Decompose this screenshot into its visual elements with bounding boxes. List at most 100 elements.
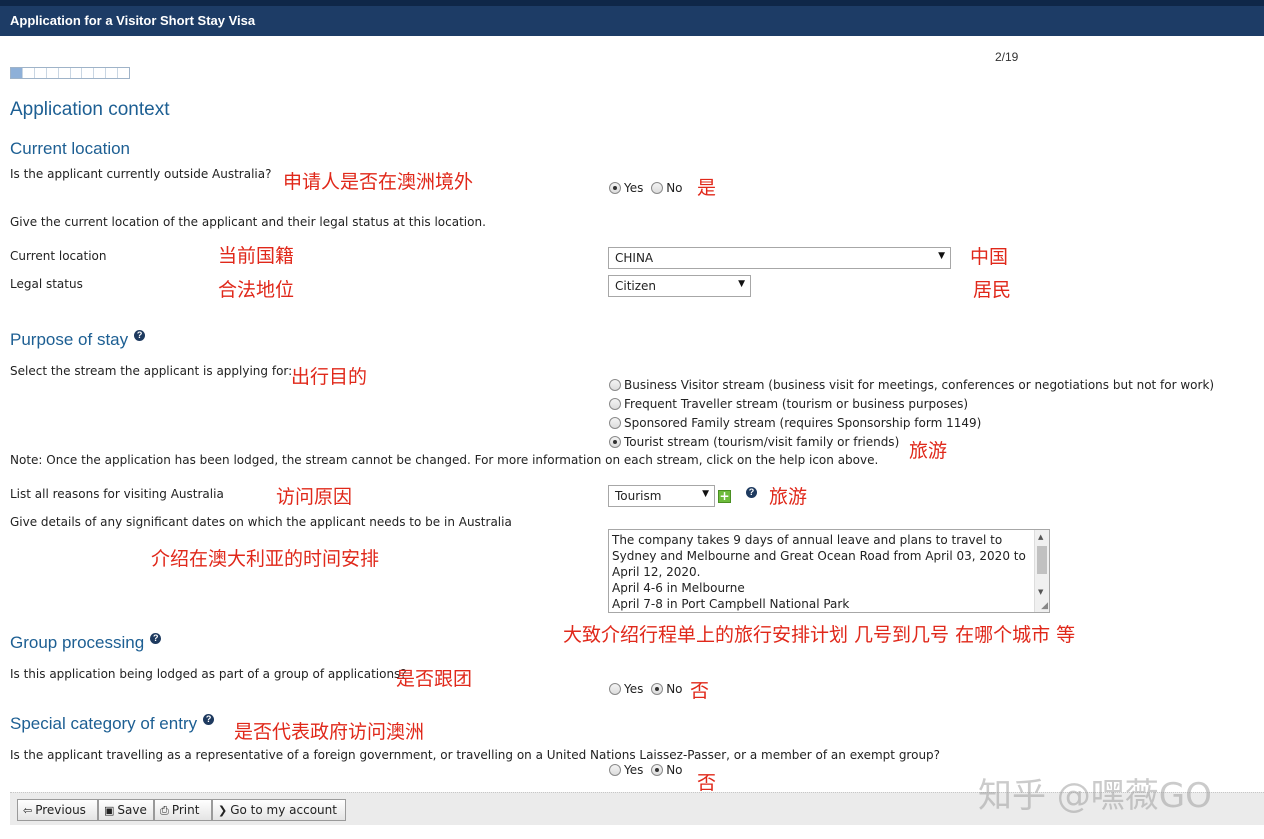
group-heading-text: Group processing	[10, 633, 145, 652]
printer-icon: ⎙	[160, 804, 169, 817]
scroll-up-icon[interactable]: ▲	[1038, 533, 1043, 541]
outside-australia-question: Is the applicant currently outside Austr…	[10, 167, 272, 181]
legal-status-value: Citizen	[615, 279, 657, 293]
special-radio-group: Yes No	[609, 763, 687, 777]
stream-tourist-label: Tourist stream (tourism/visit family or …	[624, 435, 900, 449]
annotation-special-answer: 否	[697, 772, 717, 794]
chevron-right-icon: ❯	[218, 804, 228, 817]
chevron-down-icon: ▼	[702, 489, 709, 499]
current-location-value: CHINA	[615, 251, 654, 265]
significant-dates-text: The company takes 9 days of annual leave…	[612, 533, 1026, 611]
annotation-current-location: 当前国籍	[218, 245, 295, 267]
chevron-down-icon: ▼	[738, 279, 745, 289]
dates-label: Give details of any significant dates on…	[10, 515, 512, 529]
previous-label: Previous	[35, 803, 86, 817]
scroll-down-icon[interactable]: ▼	[1038, 588, 1043, 596]
progress-bar	[10, 67, 130, 79]
annotation-stream: 出行目的	[291, 366, 368, 388]
stream-tourist-radio[interactable]	[609, 436, 621, 448]
page-indicator: 2/19	[995, 50, 1019, 64]
annotation-dates: 介绍在澳大利亚的时间安排	[151, 548, 380, 570]
annotation-group: 是否跟团	[396, 668, 473, 690]
annotation-group-answer: 否	[690, 680, 710, 702]
page-title: Application context	[10, 99, 170, 120]
arrow-left-icon: ⇦	[23, 804, 33, 817]
stream-option-sponsored[interactable]: Sponsored Family stream (requires Sponso…	[609, 416, 985, 430]
stream-business-radio[interactable]	[609, 379, 621, 391]
resize-grip-icon[interactable]: ◢	[1041, 601, 1048, 611]
section-heading-purpose: Purpose of stay?	[10, 330, 146, 350]
special-heading-text: Special category of entry	[10, 714, 198, 733]
special-yes-label: Yes	[624, 763, 644, 777]
annotation-stream-selected: 旅游	[909, 440, 948, 462]
stream-option-business[interactable]: Business Visitor stream (business visit …	[609, 378, 1218, 392]
special-no-label: No	[666, 763, 683, 777]
outside-yes-radio[interactable]	[609, 182, 621, 194]
stream-option-tourist[interactable]: Tourist stream (tourism/visit family or …	[609, 435, 903, 449]
group-yes-label: Yes	[624, 682, 644, 696]
stream-sponsored-label: Sponsored Family stream (requires Sponso…	[624, 416, 982, 430]
section-heading-group: Group processing?	[10, 633, 162, 653]
annotation-dates-text: 大致介绍行程单上的旅行安排计划 几号到几号 在哪个城市 等	[563, 624, 1076, 646]
annotation-location-value: 中国	[970, 246, 1009, 268]
account-label: Go to my account	[230, 803, 337, 817]
stream-frequent-radio[interactable]	[609, 398, 621, 410]
outside-no-label: No	[666, 181, 683, 195]
chevron-down-icon: ▼	[938, 251, 945, 261]
go-to-account-button[interactable]: ❯ Go to my account	[212, 799, 346, 821]
current-location-select[interactable]: CHINA ▼	[608, 247, 951, 269]
group-question: Is this application being lodged as part…	[10, 667, 407, 681]
help-icon[interactable]: ?	[150, 633, 162, 644]
outside-yes-label: Yes	[624, 181, 644, 195]
legal-status-select[interactable]: Citizen ▼	[608, 275, 751, 297]
section-heading-current-location: Current location	[10, 139, 131, 158]
purpose-heading-text: Purpose of stay	[10, 330, 129, 349]
annotation-reasons: 访问原因	[276, 486, 353, 508]
previous-button[interactable]: ⇦ Previous	[17, 799, 98, 821]
special-yes-radio[interactable]	[609, 764, 621, 776]
watermark: 知乎 @嘿薇GO	[978, 776, 1212, 816]
group-yes-radio[interactable]	[609, 683, 621, 695]
save-label: Save	[117, 803, 147, 817]
stream-option-frequent[interactable]: Frequent Traveller stream (tourism or bu…	[609, 397, 972, 411]
stream-frequent-label: Frequent Traveller stream (tourism or bu…	[624, 397, 969, 411]
reasons-value: Tourism	[615, 489, 662, 503]
annotation-special: 是否代表政府访问澳洲	[234, 721, 425, 743]
title-bar: Application for a Visitor Short Stay Vis…	[0, 0, 1264, 36]
group-radio-group: Yes No	[609, 682, 687, 696]
annotation-reasons-value: 旅游	[769, 486, 808, 508]
group-no-radio[interactable]	[651, 683, 664, 695]
scroll-thumb[interactable]	[1037, 546, 1047, 574]
special-question: Is the applicant travelling as a represe…	[10, 748, 941, 762]
annotation-outside-answer: 是	[697, 177, 717, 199]
floppy-disk-icon: ▣	[104, 804, 115, 817]
legal-status-label: Legal status	[10, 277, 83, 291]
group-no-label: No	[666, 682, 683, 696]
save-button[interactable]: ▣ Save	[98, 799, 154, 821]
annotation-status-value: 居民	[973, 279, 1012, 301]
print-button[interactable]: ⎙ Print	[154, 799, 212, 821]
stream-business-label: Business Visitor stream (business visit …	[624, 378, 1215, 392]
annotation-outside-australia: 申请人是否在澳洲境外	[283, 171, 474, 193]
significant-dates-textarea[interactable]: The company takes 9 days of annual leave…	[608, 529, 1050, 613]
help-icon[interactable]: ?	[203, 714, 215, 725]
section-heading-special: Special category of entry?	[10, 714, 215, 734]
location-instruction: Give the current location of the applica…	[10, 215, 486, 229]
special-no-radio[interactable]	[651, 764, 664, 776]
add-reason-button[interactable]: +	[718, 490, 731, 503]
stream-sponsored-radio[interactable]	[609, 417, 621, 429]
window-title: Application for a Visitor Short Stay Vis…	[10, 13, 256, 28]
current-location-label: Current location	[10, 249, 107, 263]
help-icon[interactable]: ?	[746, 487, 757, 498]
outside-no-radio[interactable]	[651, 182, 664, 194]
annotation-legal-status: 合法地位	[218, 279, 295, 301]
reasons-select[interactable]: Tourism ▼	[608, 485, 715, 507]
print-label: Print	[171, 803, 200, 817]
stream-question: Select the stream the applicant is apply…	[10, 364, 293, 378]
stream-note: Note: Once the application has been lodg…	[10, 453, 879, 467]
progress-segment-done	[11, 68, 23, 78]
outside-australia-radio-group: Yes No	[609, 181, 687, 195]
reasons-label: List all reasons for visiting Australia	[10, 487, 224, 501]
textarea-scrollbar[interactable]: ▲ ▼ ◢	[1034, 530, 1049, 612]
help-icon[interactable]: ?	[134, 330, 146, 341]
